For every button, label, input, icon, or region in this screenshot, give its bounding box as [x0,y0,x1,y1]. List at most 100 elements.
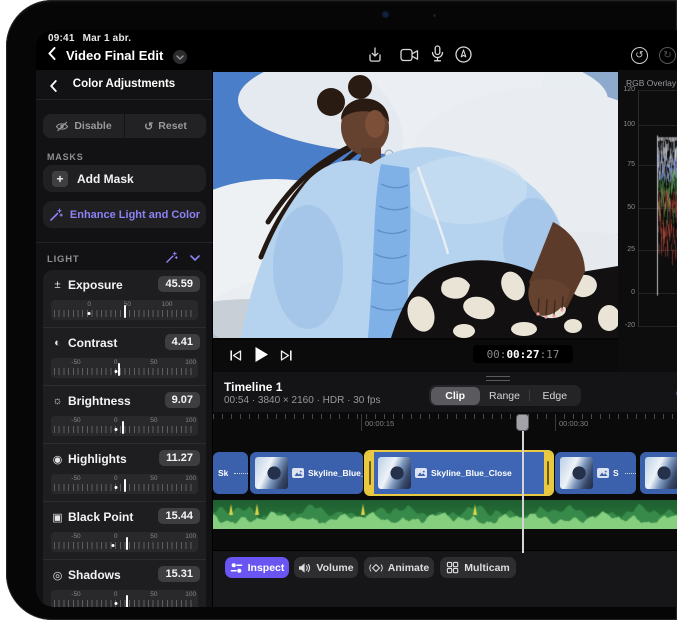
eye-slash-icon [55,121,69,132]
timeline-clip[interactable] [640,452,677,494]
enhance-light-color-button[interactable]: Enhance Light and Color [43,201,206,228]
timeline-ruler[interactable] [213,414,677,419]
ruler-tick-label: 0 [87,301,91,308]
ruler-tick-label: 50 [150,417,157,424]
truncation-dots [234,473,248,474]
status-bar: 09:41 Mar 1 abr. [48,33,139,44]
timecode-hours: 00: [487,348,507,361]
animate-diamond-icon [369,562,383,574]
status-date: Mar 1 abr. [83,33,132,44]
project-title[interactable]: Video Final Edit [66,48,163,63]
redo-icon[interactable]: ↻ [659,47,676,64]
plus-icon: + [52,171,68,187]
pencil-circle-icon[interactable] [455,46,472,68]
slider-ruler[interactable]: -50050100 [51,590,198,607]
slider-icon: ☼ [51,395,64,407]
timecode-display[interactable]: 00:00:27:17 [473,345,573,363]
slider-highlights[interactable]: ◉Highlights11.27-50050100 [43,444,206,502]
magic-wand-icon[interactable] [165,251,178,264]
slider-contrast[interactable]: ◐Contrast4.41-50050100 [43,328,206,386]
mode-clip[interactable]: Clip [431,387,480,405]
slider-value-badge[interactable]: 15.31 [158,566,200,582]
slider-ruler[interactable]: -50050100 [51,358,198,378]
multicam-button[interactable]: Multicam [440,557,516,578]
disable-button[interactable]: Disable [43,114,124,138]
ruler-value-marker[interactable] [126,537,128,550]
ruler-value-marker[interactable] [124,479,126,492]
chevron-down-icon[interactable] [190,255,200,261]
playhead-line [522,416,524,553]
trim-handle-left[interactable] [366,452,374,494]
clip-thumbnail [255,457,288,489]
slider-value-badge[interactable]: 11.27 [159,450,200,466]
slider-black-point[interactable]: ▣Black Point15.44-50050100 [43,502,206,560]
ruler-value-marker[interactable] [122,421,124,434]
slider-brightness[interactable]: ☼Brightness9.07-50050100 [43,386,206,444]
title-chevron-icon[interactable] [173,50,187,64]
light-section-label: LIGHT [47,254,80,265]
volume-button[interactable]: Volume [294,557,358,578]
clip-name-label: Skyline_Blue_Close [431,468,512,478]
ruler-tick-label: -50 [71,417,80,424]
drag-handle[interactable] [486,376,510,381]
panel-title: Color Adjustments [36,78,212,90]
ruler-tick-label: 0 [114,475,118,482]
audio-waveform-track[interactable] [213,500,677,529]
clip-name-label: Sk [218,468,228,478]
camera-icon[interactable] [400,48,419,67]
inspect-button[interactable]: Inspect [225,557,289,578]
multicam-grid-icon [446,561,459,574]
ruler-tick-label: -50 [71,475,80,482]
add-mask-button[interactable]: + Add Mask [43,165,206,192]
timeline-clip-skyline_blue_wide[interactable]: Skyline_Blue_Wide [250,452,363,494]
light-sliders-card: ±Exposure45.59050100◐Contrast4.41-500501… [43,270,206,607]
skip-back-icon[interactable] [229,349,242,367]
speaker-icon [298,562,311,574]
slider-ruler[interactable]: -50050100 [51,474,198,494]
trim-handle-right[interactable] [544,452,552,494]
timeline-header: Timeline 1 00:54 · 3840 × 2160 · HDR · 3… [213,372,677,412]
enhance-label: Enhance Light and Color [70,209,200,221]
ruler-origin-dot [114,486,117,489]
microphone-icon[interactable] [430,45,445,68]
back-chevron-icon[interactable] [48,47,56,65]
mode-edge[interactable]: Edge [530,387,579,405]
slider-value-badge[interactable]: 9.07 [165,392,200,408]
timeline-clip-skyline_blue_close[interactable]: Skyline_Blue_Close [364,450,554,496]
animate-button[interactable]: Animate [364,557,434,578]
slider-value-badge[interactable]: 4.41 [165,334,200,350]
slider-value-badge[interactable]: 45.59 [158,276,200,292]
ipad-device-frame: 09:41 Mar 1 abr. Video Final Edit ↺ [6,0,677,620]
preview-video-frame[interactable] [213,72,618,338]
slider-ruler[interactable]: -50050100 [51,532,198,552]
skip-forward-icon[interactable] [280,349,293,367]
import-icon[interactable] [366,46,384,69]
ruler-tick-label: 50 [150,591,157,598]
slider-value-badge[interactable]: 15.44 [158,508,200,524]
slider-icon: ▣ [51,511,64,524]
reset-button[interactable]: ↺ Reset [124,114,206,138]
transport-bar: 00:00:27:17 [213,340,618,372]
ruler-value-marker[interactable] [126,595,128,607]
timecode-main: 00:27 [506,348,539,361]
photo-icon [597,468,609,478]
slider-exposure[interactable]: ±Exposure45.59050100 [43,270,206,328]
ruler-value-marker[interactable] [124,305,126,318]
photo-icon [292,468,304,478]
ruler-ticks [54,542,195,549]
mode-range[interactable]: Range [480,387,529,405]
slider-shadows[interactable]: ◎Shadows15.31-50050100 [43,560,206,607]
disable-label: Disable [74,120,111,132]
timeline-clip-s[interactable]: S [555,452,636,494]
status-time: 09:41 [48,33,75,44]
ruler-section-line [361,414,362,431]
play-button-icon[interactable] [254,346,269,368]
ruler-tick-label: 0 [114,591,118,598]
slider-ruler[interactable]: -50050100 [51,416,198,436]
playhead-handle[interactable] [516,414,529,431]
timeline-clip-sk[interactable]: Sk [213,452,248,494]
slider-ruler[interactable]: 050100 [51,300,198,320]
undo-icon[interactable]: ↺ [631,47,648,64]
button-label: Volume [316,562,353,574]
ruler-value-marker[interactable] [118,363,120,376]
